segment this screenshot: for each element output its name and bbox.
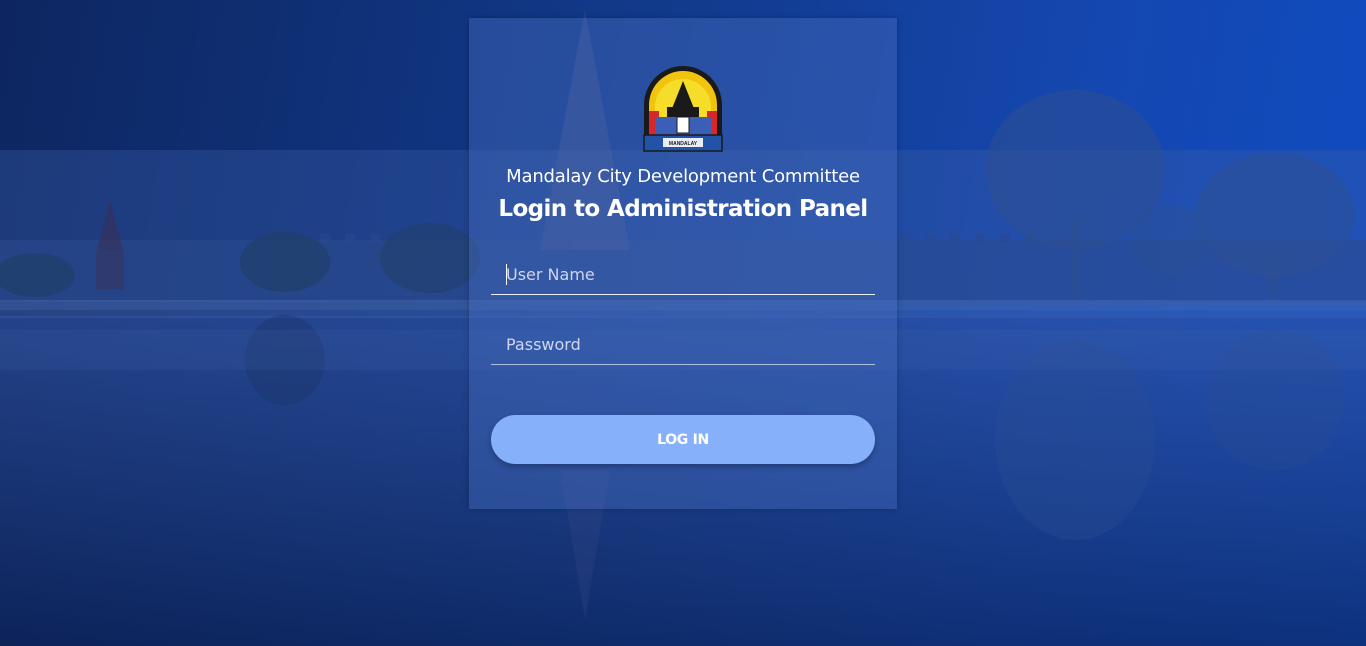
page-title: Login to Administration Panel [498,196,868,222]
svg-text:MANDALAY: MANDALAY [669,141,698,147]
login-button[interactable]: LOG IN [491,415,875,464]
text-cursor [506,264,507,285]
organization-name: Mandalay City Development Committee [506,166,860,187]
mcdc-emblem-icon: MANDALAY [641,63,725,153]
username-input[interactable] [491,255,875,295]
password-input[interactable] [491,325,875,365]
login-panel: MANDALAY Mandalay City Development Commi… [469,18,897,509]
